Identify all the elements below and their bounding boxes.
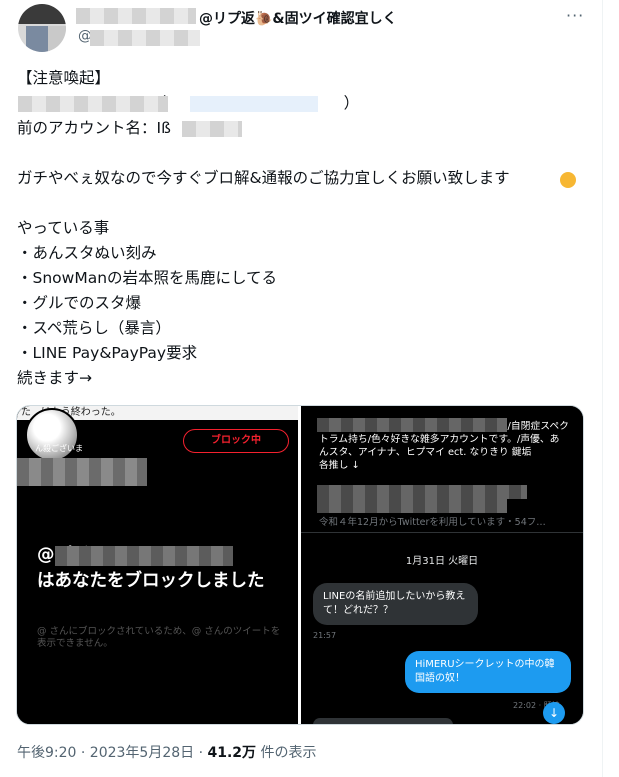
redacted-profile-name xyxy=(17,458,147,486)
divider xyxy=(301,532,583,533)
display-name-suffix[interactable]: @リプ返🐌&固ツイ確認宜しく xyxy=(199,8,397,28)
tweet-time[interactable]: 午後9:20 · 2023年5月28日 · xyxy=(17,745,208,761)
redacted-display-name xyxy=(76,8,196,24)
view-count[interactable]: 41.2万 xyxy=(208,745,257,761)
avatar[interactable] xyxy=(18,4,66,52)
redacted-text-1 xyxy=(18,96,168,112)
redacted-link xyxy=(190,96,318,112)
message-received: LINEの名前追加したいから教えて！どれだ？？ xyxy=(313,583,478,625)
more-options-icon[interactable]: ··· xyxy=(566,6,584,25)
blocked-button[interactable]: ブロック中 xyxy=(183,429,289,453)
view-label: 件の表示 xyxy=(256,745,317,761)
redacted-headline-handle xyxy=(55,546,233,566)
redacted-bio-1 xyxy=(317,418,507,432)
person-bowing-emoji-icon xyxy=(560,172,576,188)
redacted-bio-2 xyxy=(317,485,527,499)
message-partial xyxy=(313,718,453,724)
joined-date: 令和４年12月からTwitterを利用しています・54フ… xyxy=(319,517,546,528)
screenshot-blocked[interactable]: た はもう終わった。 ん殺ございま ブロック中 @ さん はあなたをブロックしま… xyxy=(17,406,298,724)
message-sent: HiMERUシークレットの中の韓国語の奴！ xyxy=(405,651,571,693)
message-received-time: 21:57 xyxy=(313,631,337,640)
screenshot-dm[interactable]: と申します。女です。18↑/障害者手帳２級/自閉症スペクトラム持ち/色々好きな雑… xyxy=(301,406,583,724)
tweet-meta: 午後9:20 · 2023年5月28日 · 41.2万 件の表示 xyxy=(17,742,317,762)
avatar-label: ん殺ございま xyxy=(35,444,83,453)
redacted-handle xyxy=(90,30,200,46)
redacted-bio-3 xyxy=(317,499,507,513)
blocked-subtext: @ さんにブロックされているため、@ さんのツイートを表示できません。 xyxy=(37,626,281,649)
tweet-text: 【注意喚起】 い（ ） 前のアカウント名：Iß ガチやべぇ奴なので今すぐブロ解&… xyxy=(17,69,510,387)
tweet-card: @リプ返🐌&固ツイ確認宜しく @ ··· 【注意喚起】 い（ ） 前のアカウント… xyxy=(0,0,619,777)
media-grid[interactable]: た はもう終わった。 ん殺ございま ブロック中 @ さん はあなたをブロックしま… xyxy=(16,405,584,725)
date-separator: 1月31日 火曜日 xyxy=(405,556,479,567)
scroll-down-icon[interactable]: ↓ xyxy=(543,702,565,724)
redacted-text-2 xyxy=(182,121,242,137)
timeline-divider xyxy=(602,0,603,777)
